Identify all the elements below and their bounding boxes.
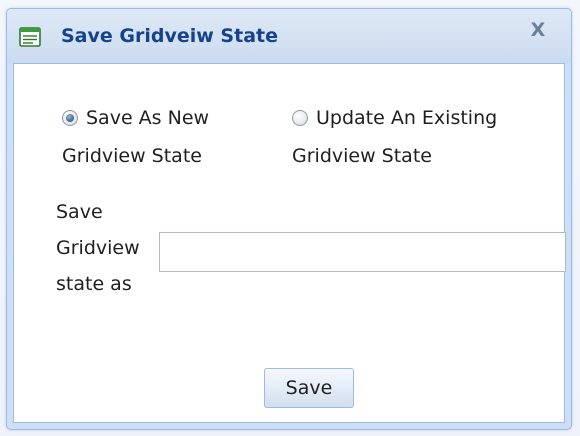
save-button[interactable]: Save — [264, 368, 354, 408]
dialog-titlebar[interactable]: Save Gridveiw State X — [7, 9, 571, 63]
save-gridview-state-dialog: Save Gridveiw State X Save As New Gridvi… — [6, 8, 572, 430]
dialog-body: Save As New Gridview State Update An Exi… — [13, 63, 566, 423]
dialog-title: Save Gridveiw State — [61, 25, 278, 47]
radio-save-as-new-label-line1: Save As New — [86, 107, 210, 129]
gridview-state-name-input[interactable] — [159, 232, 566, 272]
save-name-label-line2: Gridview — [56, 237, 140, 259]
radio-update-existing-label-line1: Update An Existing — [316, 107, 498, 129]
radio-update-existing-label-line2: Gridview State — [292, 145, 432, 167]
radio-update-existing[interactable]: Update An Existing Gridview State — [292, 99, 497, 175]
radio-unchecked-icon[interactable] — [292, 110, 308, 126]
radio-save-as-new[interactable]: Save As New Gridview State — [62, 99, 209, 175]
save-name-label-line3: state as — [56, 273, 132, 295]
save-name-label: Save Gridview state as — [56, 194, 140, 302]
save-name-label-line1: Save — [56, 201, 103, 223]
form-window-icon — [19, 27, 41, 47]
radio-checked-icon[interactable] — [62, 110, 78, 126]
radio-save-as-new-label-line2: Gridview State — [62, 145, 202, 167]
close-icon[interactable]: X — [527, 19, 549, 41]
